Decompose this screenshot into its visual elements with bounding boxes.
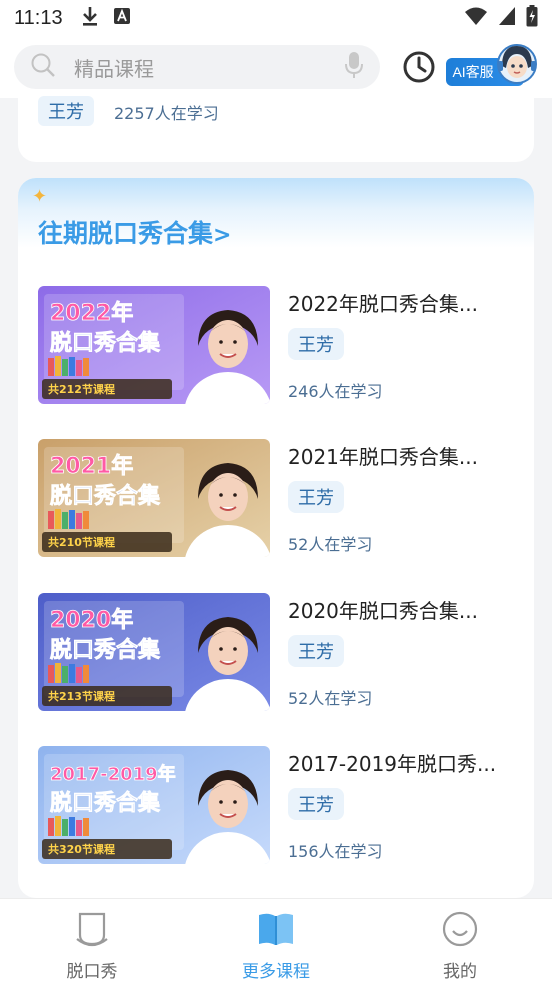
course-item[interactable]: 2017-2019年脱口秀合集共320节课程 2017-2019年脱口秀... 王芳… <box>38 746 518 866</box>
thumbnail-name: 脱口秀合集 <box>50 790 161 816</box>
previous-course-card[interactable]: 王芳 2257人在学习 <box>18 96 534 162</box>
top-header: 精品课程 AI客服 <box>0 36 552 98</box>
status-bar: 11:13 <box>0 0 552 36</box>
course-thumbnail[interactable]: 2020年脱口秀合集共213节课程 <box>38 593 270 711</box>
talkshow-icon <box>76 911 108 951</box>
chevron-right-icon: > <box>213 223 232 248</box>
collection-section: ✦ 往期脱口秀合集> 2022年 脱口秀合集 共212节课程 2022年脱口秀合集..… <box>18 178 534 898</box>
bottom-navigation: 脱口秀 更多课程 我的 <box>0 898 552 983</box>
teacher-tag: 王芳 <box>288 788 344 820</box>
course-item[interactable]: 2021年脱口秀合集共210节课程 2021年脱口秀合集... 王芳 52人在学习 <box>38 439 518 559</box>
thumbnail-name: 脱口秀合集 <box>50 330 161 356</box>
search-input[interactable]: 精品课程 <box>74 53 344 82</box>
nav-item-mine[interactable]: 我的 <box>368 899 552 983</box>
microphone-icon[interactable] <box>344 51 364 83</box>
course-item[interactable]: 2020年脱口秀合集共213节课程 2020年脱口秀合集... 王芳 52人在学习 <box>38 593 518 713</box>
section-title: 往期脱口秀合集 <box>38 219 214 248</box>
course-item[interactable]: 2022年脱口秀合集共212节课程 2022年脱口秀合集... 王芳 246人在学习 <box>38 286 518 406</box>
history-clock-icon[interactable] <box>402 50 436 84</box>
thumbnail-year: 2017-2019年 <box>50 763 176 785</box>
course-thumbnail[interactable]: 2021年脱口秀合集共210节课程 <box>38 439 270 557</box>
course-thumbnail[interactable]: 2022年脱口秀合集共212节课程 <box>38 286 270 404</box>
course-thumbnail[interactable]: 2017-2019年脱口秀合集共320节课程 <box>38 746 270 864</box>
app-notification-icon <box>113 7 131 29</box>
ai-service-button[interactable]: AI客服 <box>446 44 538 88</box>
thumbnail-lessons: 共320节课程 <box>48 842 115 856</box>
download-icon <box>81 5 99 31</box>
ai-avatar-icon <box>496 42 538 88</box>
nav-item-more-courses[interactable]: 更多课程 <box>184 899 368 983</box>
section-title-link[interactable]: 往期脱口秀合集> <box>38 214 231 250</box>
course-title: 2017-2019年脱口秀... <box>288 752 497 776</box>
learner-count: 156人在学习 <box>288 842 383 861</box>
nav-label-more-courses: 更多课程 <box>242 962 310 982</box>
learner-count: 52人在学习 <box>288 535 373 554</box>
thumbnail-lessons: 共210节课程 <box>48 535 115 549</box>
thumbnail-lessons: 共213节课程 <box>48 689 115 703</box>
wifi-icon <box>464 6 488 30</box>
thumbnail-name: 脱口秀合集 <box>50 483 161 509</box>
nav-item-talkshow[interactable]: 脱口秀 <box>0 899 184 983</box>
search-bar[interactable]: 精品课程 <box>14 45 381 89</box>
nav-label-talkshow: 脱口秀 <box>66 962 118 982</box>
courses-book-icon <box>256 911 296 951</box>
teacher-tag: 王芳 <box>288 635 344 667</box>
course-title: 2021年脱口秀合集... <box>288 445 478 469</box>
thumbnail-year: 2020年 <box>50 607 133 633</box>
learner-count: 246人在学习 <box>288 382 383 401</box>
profile-smile-icon <box>442 911 478 951</box>
learner-count: 2257人在学习 <box>114 104 219 123</box>
sparkle-icon: ✦ <box>32 186 48 207</box>
teacher-tag: 王芳 <box>288 328 344 360</box>
teacher-tag: 王芳 <box>38 96 94 126</box>
teacher-tag: 王芳 <box>288 481 344 513</box>
thumbnail-year: 2022年 <box>50 300 133 326</box>
thumbnail-year: 2021年 <box>50 453 133 479</box>
course-title: 2020年脱口秀合集... <box>288 599 478 623</box>
search-icon <box>30 52 56 82</box>
thumbnail-name: 脱口秀合集 <box>50 637 161 663</box>
status-time: 11:13 <box>14 6 63 29</box>
signal-icon <box>498 6 516 30</box>
thumbnail-lessons: 共212节课程 <box>48 382 115 396</box>
learner-count: 52人在学习 <box>288 689 373 708</box>
battery-icon <box>526 5 538 31</box>
course-title: 2022年脱口秀合集... <box>288 292 478 316</box>
nav-label-mine: 我的 <box>443 962 477 982</box>
